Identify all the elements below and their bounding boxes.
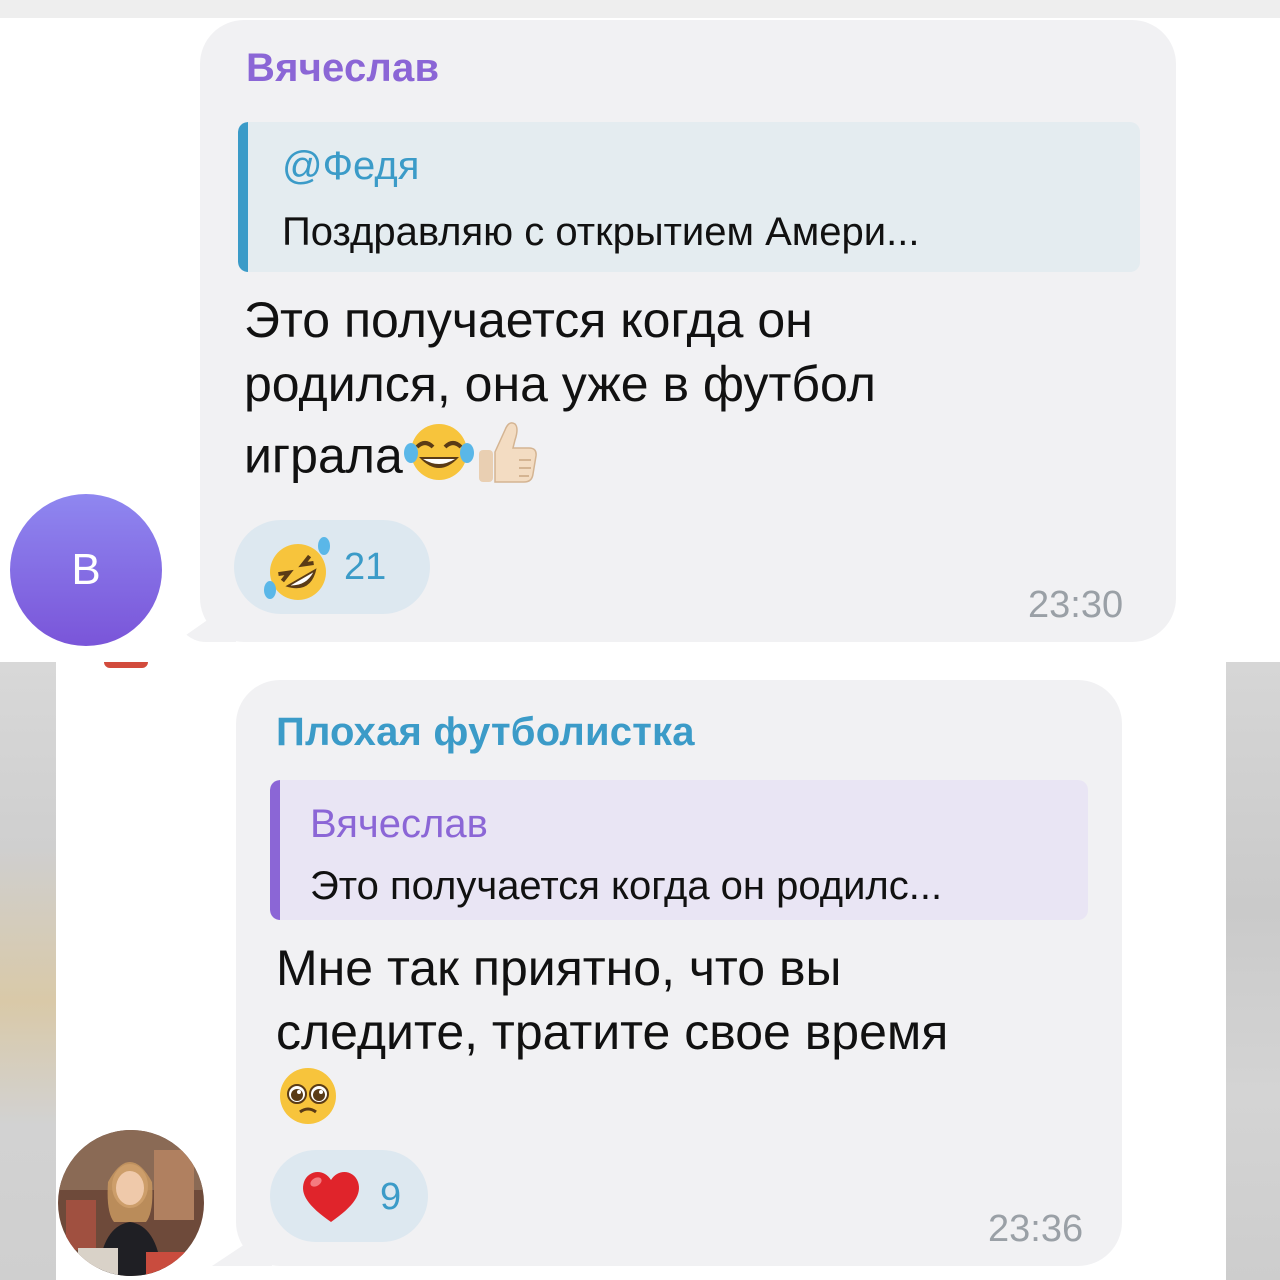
sender-name[interactable]: Плохая футболистка bbox=[276, 710, 695, 755]
reaction-count: 21 bbox=[344, 546, 387, 588]
message-line-emoji bbox=[276, 1064, 1096, 1143]
reply-quote-author: @Федя bbox=[282, 144, 420, 188]
message-time: 23:30 bbox=[1028, 584, 1124, 626]
reply-quote-bar bbox=[270, 780, 280, 920]
red-heart-icon bbox=[298, 1166, 364, 1231]
partial-avatar-edge bbox=[104, 662, 148, 668]
message-line: следите, тратите свое время bbox=[276, 1004, 949, 1060]
message-line-with-emoji: играла bbox=[244, 416, 1144, 503]
message-text: Это получается когда он родился, она уже… bbox=[244, 288, 1144, 503]
message-text: Мне так приятно, что вы следите, тратите… bbox=[276, 936, 1096, 1143]
sender-name[interactable]: Вячеслав bbox=[246, 46, 439, 91]
thumbs-up-emoji-icon bbox=[475, 416, 541, 503]
reaction-count: 9 bbox=[380, 1176, 402, 1218]
reaction-chip[interactable]: 9 bbox=[270, 1150, 428, 1242]
message-line: играла bbox=[244, 427, 403, 484]
message-line: Мне так приятно, что вы bbox=[276, 940, 842, 996]
reply-quote-author: Вячеслав bbox=[310, 802, 488, 846]
reaction-chip[interactable]: 21 bbox=[234, 520, 430, 614]
reply-quote-bar bbox=[238, 122, 248, 272]
background-right-edge bbox=[1226, 662, 1280, 1280]
message-time: 23:36 bbox=[988, 1208, 1084, 1250]
sender-avatar[interactable]: В bbox=[10, 494, 162, 646]
rolling-laughing-emoji-icon bbox=[258, 532, 338, 617]
reply-quote[interactable]: @Федя Поздравляю с открытием Амери... bbox=[238, 122, 1140, 272]
background-left-edge bbox=[0, 662, 56, 1280]
reply-quote-text: Поздравляю с открытием Амери... bbox=[282, 210, 920, 254]
pleading-face-emoji-icon bbox=[276, 1064, 340, 1143]
sender-avatar-photo[interactable] bbox=[58, 1130, 204, 1276]
message-line: Это получается когда он bbox=[244, 292, 813, 348]
tears-of-joy-emoji-icon bbox=[403, 419, 475, 500]
reply-quote-text: Это получается когда он родилс... bbox=[310, 864, 943, 908]
reply-quote[interactable]: Вячеслав Это получается когда он родилс.… bbox=[270, 780, 1088, 920]
top-divider bbox=[0, 0, 1280, 18]
message-line: родился, она уже в футбол bbox=[244, 356, 876, 412]
